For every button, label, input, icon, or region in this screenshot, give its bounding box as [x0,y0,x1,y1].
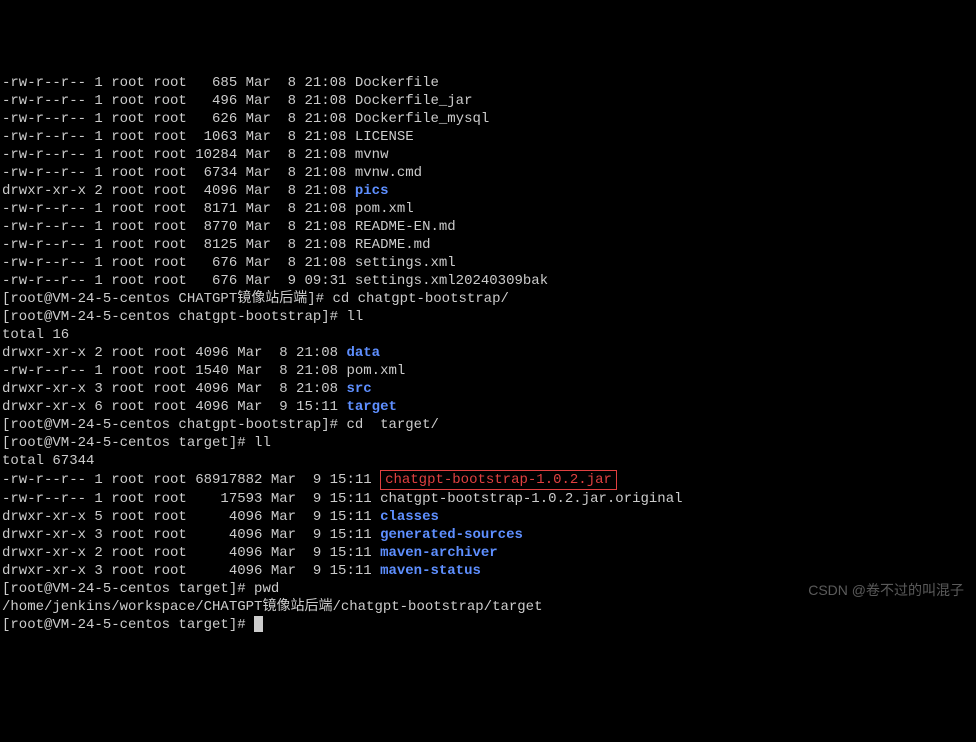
file-name: pom.xml [355,201,414,217]
prompt-line[interactable]: [root@VM-24-5-centos CHATGPT镜像站后端]# cd c… [2,290,974,308]
cursor [254,616,263,632]
dir-name: maven-status [380,563,481,579]
prompt-text: [root@VM-24-5-centos chatgpt-bootstrap]# [2,309,346,325]
ls-row: drwxr-xr-x 3 root root 4096 Mar 8 21:08 … [2,380,974,398]
command: cd chatgpt-bootstrap/ [332,291,508,307]
file-name: chatgpt-bootstrap-1.0.2.jar.original [380,491,682,507]
ls-row: -rw-r--r-- 1 root root 496 Mar 8 21:08 D… [2,92,974,110]
terminal-output[interactable]: -rw-r--r-- 1 root root 685 Mar 8 21:08 D… [2,74,974,634]
prompt-text: [root@VM-24-5-centos target]# [2,581,254,597]
dir-name: pics [355,183,389,199]
dir-name: maven-archiver [380,545,498,561]
dir-name: generated-sources [380,527,523,543]
ls-row: -rw-r--r-- 1 root root 68917882 Mar 9 15… [2,470,974,490]
ls-row: drwxr-xr-x 3 root root 4096 Mar 9 15:11 … [2,526,974,544]
file-name: mvnw [355,147,389,163]
ls-row: -rw-r--r-- 1 root root 676 Mar 8 21:08 s… [2,254,974,272]
command: ll [254,435,271,451]
command: ll [346,309,363,325]
file-name: Dockerfile [355,75,439,91]
prompt-line[interactable]: [root@VM-24-5-centos target]# [2,616,974,634]
ls-row: -rw-r--r-- 1 root root 8125 Mar 8 21:08 … [2,236,974,254]
file-name: LICENSE [355,129,414,145]
prompt-line[interactable]: [root@VM-24-5-centos chatgpt-bootstrap]#… [2,308,974,326]
ls-row: -rw-r--r-- 1 root root 1063 Mar 8 21:08 … [2,128,974,146]
command: cd target/ [346,417,438,433]
ls-row: -rw-r--r-- 1 root root 17593 Mar 9 15:11… [2,490,974,508]
watermark: CSDN @卷不过的叫混子 [808,581,964,599]
file-name: settings.xml [355,255,456,271]
ls-row: -rw-r--r-- 1 root root 6734 Mar 8 21:08 … [2,164,974,182]
highlighted-file: chatgpt-bootstrap-1.0.2.jar [380,470,617,490]
file-name: settings.xml20240309bak [355,273,548,289]
ls-row: -rw-r--r-- 1 root root 685 Mar 8 21:08 D… [2,74,974,92]
ls-row: -rw-r--r-- 1 root root 1540 Mar 8 21:08 … [2,362,974,380]
command: pwd [254,581,279,597]
prompt-text: [root@VM-24-5-centos CHATGPT镜像站后端]# [2,291,332,307]
prompt-line[interactable]: [root@VM-24-5-centos chatgpt-bootstrap]#… [2,416,974,434]
ls-row: -rw-r--r-- 1 root root 626 Mar 8 21:08 D… [2,110,974,128]
dir-name: target [346,399,396,415]
ls-row: -rw-r--r-- 1 root root 8770 Mar 8 21:08 … [2,218,974,236]
prompt-text: [root@VM-24-5-centos chatgpt-bootstrap]# [2,417,346,433]
file-name: pom.xml [346,363,405,379]
total-line: total 16 [2,326,974,344]
ls-row: -rw-r--r-- 1 root root 676 Mar 9 09:31 s… [2,272,974,290]
ls-row: -rw-r--r-- 1 root root 10284 Mar 8 21:08… [2,146,974,164]
ls-row: -rw-r--r-- 1 root root 8171 Mar 8 21:08 … [2,200,974,218]
ls-row: drwxr-xr-x 2 root root 4096 Mar 8 21:08 … [2,344,974,362]
prompt-line[interactable]: [root@VM-24-5-centos target]# ll [2,434,974,452]
prompt-text: [root@VM-24-5-centos target]# [2,435,254,451]
ls-row: drwxr-xr-x 5 root root 4096 Mar 9 15:11 … [2,508,974,526]
file-name: Dockerfile_mysql [355,111,489,127]
prompt-text: [root@VM-24-5-centos target]# [2,617,254,633]
total-line: total 67344 [2,452,974,470]
dir-name: src [346,381,371,397]
file-name: Dockerfile_jar [355,93,473,109]
file-name: README-EN.md [355,219,456,235]
ls-row: drwxr-xr-x 6 root root 4096 Mar 9 15:11 … [2,398,974,416]
ls-row: drwxr-xr-x 3 root root 4096 Mar 9 15:11 … [2,562,974,580]
ls-row: drwxr-xr-x 2 root root 4096 Mar 9 15:11 … [2,544,974,562]
file-name: README.md [355,237,431,253]
ls-row: drwxr-xr-x 2 root root 4096 Mar 8 21:08 … [2,182,974,200]
file-name: mvnw.cmd [355,165,422,181]
dir-name: classes [380,509,439,525]
pwd-output: /home/jenkins/workspace/CHATGPT镜像站后端/cha… [2,598,974,616]
dir-name: data [346,345,380,361]
terminal-window[interactable]: { "listing1": [ {"perm":"-rw-r--r--","n"… [0,0,976,607]
